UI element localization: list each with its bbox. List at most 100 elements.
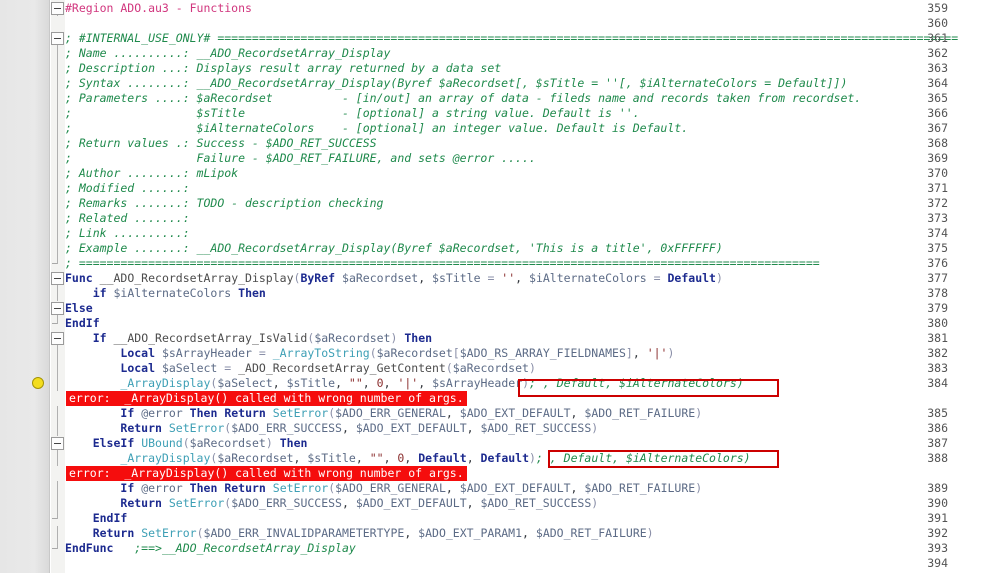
- fold-collapse-icon[interactable]: [51, 32, 64, 45]
- code-line[interactable]: EndFunc ;==>__ADO_RecordsetArray_Display: [65, 541, 356, 556]
- code-line[interactable]: ; $iAlternateColors - [optional] an inte…: [65, 121, 688, 136]
- code-line[interactable]: ; Related .......:: [65, 211, 190, 226]
- line-number: 382: [927, 346, 948, 360]
- code-token-cmt: ; ======================================…: [65, 256, 820, 270]
- code-line[interactable]: ; Parameters ....: $aRecordset - [in/out…: [65, 91, 861, 106]
- code-token-mac: $ADO_ERR_SUCCESS: [231, 421, 342, 435]
- code-token-op: (: [182, 436, 190, 450]
- code-line[interactable]: ; #INTERNAL_USE_ONLY# ==================…: [65, 31, 958, 46]
- code-line[interactable]: ; ======================================…: [65, 256, 820, 271]
- code-editor[interactable]: #Region ADO.au3 - Functions ; #INTERNAL_U…: [0, 0, 1000, 573]
- code-line[interactable]: If @error Then Return SetError($ADO_ERR_…: [65, 406, 702, 421]
- fold-collapse-icon[interactable]: [51, 332, 64, 345]
- code-line[interactable]: ; Link ..........:: [65, 226, 190, 241]
- fold-spine-line: [57, 450, 58, 466]
- code-line[interactable]: Local $aSelect = _ADO_RecordsetArray_Get…: [65, 361, 536, 376]
- code-line[interactable]: EndIf: [65, 511, 128, 526]
- code-token-str: "": [348, 376, 363, 390]
- code-line[interactable]: Local $sArrayHeader = _ArrayToString($aR…: [65, 346, 674, 361]
- code-line[interactable]: if $iAlternateColors Then: [65, 286, 266, 301]
- line-number: 368: [927, 136, 948, 150]
- code-token-plain: ,: [272, 376, 287, 390]
- code-line[interactable]: EndIf: [65, 316, 100, 331]
- code-line[interactable]: ; Modified ......:: [65, 181, 190, 196]
- code-line[interactable]: ; Return values .: Success - $ADO_RET_SU…: [65, 136, 377, 151]
- code-token-mac: $ADO_EXT_DEFAULT: [459, 481, 571, 495]
- code-token-cmt: ; Description ...: Displays result array…: [65, 61, 502, 75]
- code-line[interactable]: Else: [65, 301, 93, 316]
- code-token-mac: @error: [141, 481, 183, 495]
- code-content[interactable]: #Region ADO.au3 - Functions ; #INTERNAL_U…: [65, 0, 1000, 573]
- line-number-gutter[interactable]: [0, 0, 50, 573]
- code-line[interactable]: _ArrayDisplay($aRecordset, $sTitle, "", …: [65, 451, 750, 466]
- code-token-plain: ,: [466, 451, 481, 465]
- code-token-cmt: ; , Default, $iAlternateColors): [529, 376, 744, 390]
- code-line[interactable]: Return SetError($ADO_ERR_SUCCESS, $ADO_E…: [65, 496, 598, 511]
- code-line[interactable]: _ArrayDisplay($aSelect, $sTitle, "", 0, …: [65, 376, 744, 391]
- code-token-plain: ,: [341, 496, 356, 510]
- fold-collapse-icon[interactable]: [51, 2, 64, 15]
- code-token-op: ): [695, 481, 703, 495]
- code-token-op: =: [217, 361, 239, 375]
- code-token-fn: SetError: [272, 406, 329, 420]
- code-line[interactable]: ; Name ..........: __ADO_RecordsetArray_…: [65, 46, 390, 61]
- code-token-kw: Then: [189, 406, 218, 420]
- code-token-op: (: [445, 361, 453, 375]
- code-token-plain: ,: [522, 526, 536, 540]
- code-line[interactable]: ; Example .......: __ADO_RecordsetArray_…: [65, 241, 723, 256]
- fold-collapse-icon[interactable]: [51, 437, 64, 450]
- code-token-plain: ,: [341, 421, 356, 435]
- code-token-kw: Then: [279, 436, 308, 450]
- fold-collapse-icon[interactable]: [51, 302, 64, 315]
- code-token-op: ): [591, 421, 599, 435]
- code-token-mac: $ADO_RET_SUCCESS: [480, 421, 592, 435]
- code-line[interactable]: ; Author ........: mLipok: [65, 166, 238, 181]
- code-token-kw: Return: [92, 526, 135, 540]
- code-token-plain: ,: [383, 451, 398, 465]
- code-token-mac: $ADO_ERR_SUCCESS: [231, 496, 342, 510]
- fold-collapse-icon[interactable]: [51, 272, 64, 285]
- code-token-var: $sArrayHeader: [161, 346, 252, 360]
- code-token-kw: Func: [65, 271, 93, 285]
- code-folding-margin[interactable]: [51, 0, 65, 573]
- line-number: 384: [927, 376, 948, 390]
- code-token-fn: SetError: [141, 526, 197, 540]
- code-line[interactable]: ; Remarks .......: TODO - description ch…: [65, 196, 384, 211]
- code-token-str: '': [501, 271, 516, 285]
- code-token-mac: $ADO_RET_FAILURE: [584, 406, 696, 420]
- code-line[interactable]: Return SetError($ADO_ERR_SUCCESS, $ADO_E…: [65, 421, 598, 436]
- code-line[interactable]: ; $sTitle - [optional] a string value. D…: [65, 106, 640, 121]
- code-line[interactable]: ; Failure - $ADO_RET_FAILURE, and sets @…: [65, 151, 536, 166]
- code-token-op: ): [522, 376, 530, 390]
- code-token-op: =: [251, 346, 273, 360]
- code-token-cmt: ; Author ........: mLipok: [65, 166, 239, 180]
- code-token-plain: ,: [404, 451, 419, 465]
- code-token-var: $iAlternateColors: [529, 271, 647, 285]
- code-token-var: $aRecordset: [314, 331, 391, 345]
- code-token-plain: ,: [418, 271, 433, 285]
- line-number: 364: [927, 76, 948, 90]
- code-token-op: (: [369, 346, 377, 360]
- line-number: 391: [927, 511, 948, 525]
- code-line[interactable]: Return SetError($ADO_ERR_INVALIDPARAMETE…: [65, 526, 654, 541]
- code-token-plain: ,: [632, 346, 647, 360]
- code-token-kw: Then: [189, 481, 218, 495]
- code-line[interactable]: If __ADO_RecordsetArray_IsValid($aRecord…: [65, 331, 432, 346]
- line-number: 390: [927, 496, 948, 510]
- bookmark-marker-icon[interactable]: [32, 377, 44, 389]
- code-token-plain: ,: [445, 406, 460, 420]
- code-token-var: $sArrayHeader: [432, 376, 523, 390]
- code-line[interactable]: #Region ADO.au3 - Functions: [65, 1, 252, 16]
- code-line[interactable]: ElseIf UBound($aRecordset) Then: [65, 436, 308, 451]
- code-token-plain: ,: [355, 451, 370, 465]
- code-token-kw: Local: [120, 346, 156, 360]
- code-token-op: =: [646, 271, 668, 285]
- code-line[interactable]: ; Description ...: Displays result array…: [65, 61, 501, 76]
- fold-spine-line: [57, 15, 58, 16]
- code-line[interactable]: If @error Then Return SetError($ADO_ERR_…: [65, 481, 702, 496]
- code-line[interactable]: ; Syntax ........: __ADO_RecordsetArray_…: [65, 76, 847, 91]
- code-line[interactable]: Func __ADO_RecordsetArray_Display(ByRef …: [65, 271, 723, 286]
